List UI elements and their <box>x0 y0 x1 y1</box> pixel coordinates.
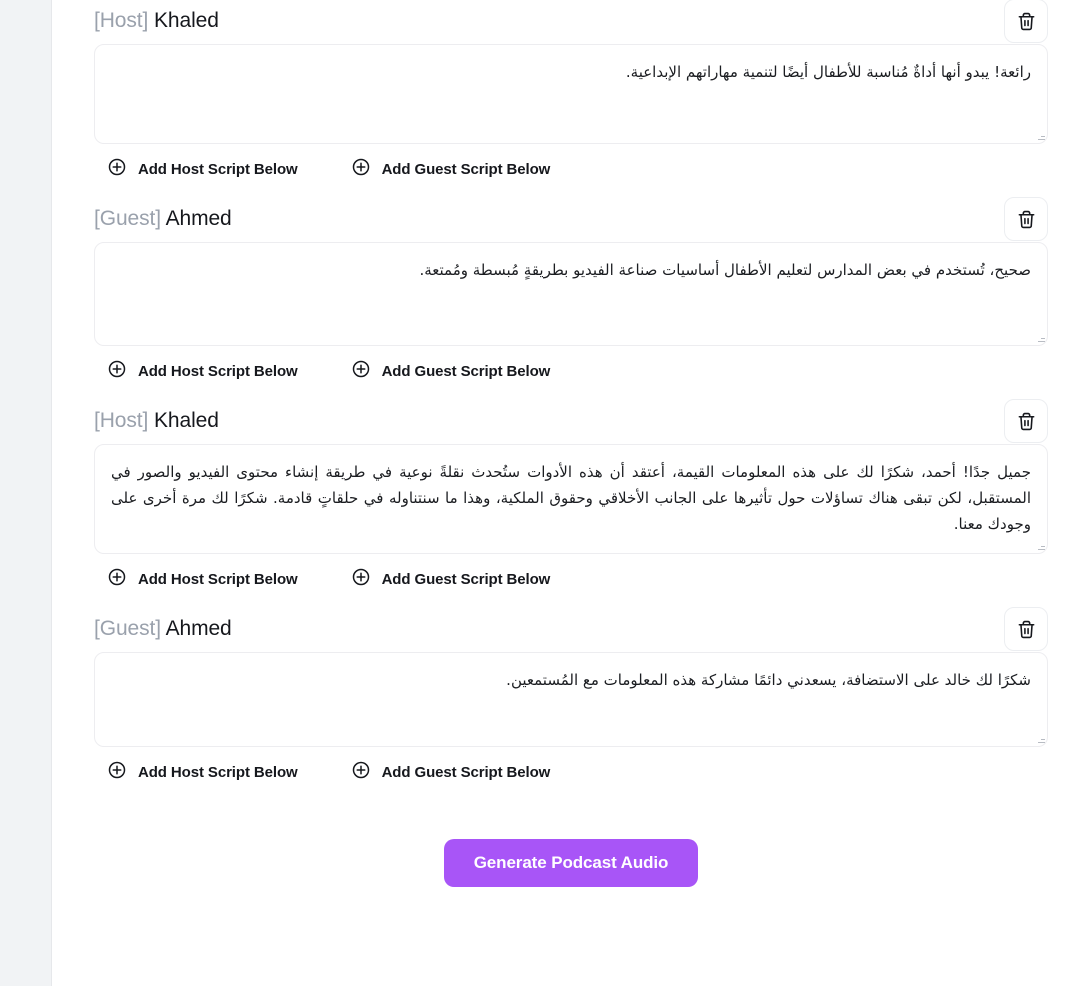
plus-circle-icon <box>352 568 370 590</box>
trash-icon <box>1017 620 1036 639</box>
plus-circle-icon <box>352 360 370 382</box>
script-textarea-wrapper <box>94 242 1048 346</box>
script-block-header: [Guest] Ahmed <box>94 194 1048 242</box>
app-root: [Host] Khaled رائعة! يبدو أنها أداةٌ مُن… <box>0 0 1080 986</box>
plus-circle-icon <box>108 158 126 180</box>
add-host-script-button[interactable]: Add Host Script Below <box>108 158 298 180</box>
add-host-script-button[interactable]: Add Host Script Below <box>108 568 298 590</box>
speaker-name: Ahmed <box>165 207 232 230</box>
add-guest-script-button[interactable]: Add Guest Script Below <box>352 360 551 382</box>
add-host-script-label: Add Host Script Below <box>138 160 298 178</box>
add-guest-script-label: Add Guest Script Below <box>381 570 551 588</box>
script-block: [Guest] Ahmed <box>94 194 1048 396</box>
trash-icon <box>1017 12 1036 31</box>
trash-icon <box>1017 210 1036 229</box>
add-script-row: Add Host Script Below Add Guest Script B… <box>94 747 1048 797</box>
delete-script-button[interactable] <box>1004 399 1048 443</box>
add-host-script-label: Add Host Script Below <box>138 570 298 588</box>
trash-icon <box>1017 412 1036 431</box>
plus-circle-icon <box>352 761 370 783</box>
footer-actions: Generate Podcast Audio <box>94 797 1048 887</box>
script-textarea[interactable] <box>94 242 1048 346</box>
main-scroll-area[interactable]: [Host] Khaled رائعة! يبدو أنها أداةٌ مُن… <box>52 0 1080 986</box>
speaker-name: Khaled <box>154 9 219 32</box>
add-host-script-label: Add Host Script Below <box>138 362 298 380</box>
script-textarea[interactable] <box>94 44 1048 144</box>
script-block: [Host] Khaled <box>94 396 1048 604</box>
plus-circle-icon <box>352 158 370 180</box>
speaker-name: Khaled <box>154 409 219 432</box>
add-guest-script-button[interactable]: Add Guest Script Below <box>352 568 551 590</box>
script-block: [Guest] Ahmed <box>94 604 1048 797</box>
add-guest-script-button[interactable]: Add Guest Script Below <box>352 158 551 180</box>
add-script-row: Add Host Script Below Add Guest Script B… <box>94 554 1048 604</box>
speaker-label: [Guest] Ahmed <box>94 205 232 233</box>
add-host-script-button[interactable]: Add Host Script Below <box>108 761 298 783</box>
script-block-header: [Host] Khaled <box>94 0 1048 44</box>
delete-script-button[interactable] <box>1004 0 1048 43</box>
script-block-header: [Host] Khaled <box>94 396 1048 444</box>
plus-circle-icon <box>108 761 126 783</box>
speaker-role: [Host] <box>94 409 149 432</box>
script-textarea-wrapper <box>94 652 1048 747</box>
speaker-label: [Host] Khaled <box>94 407 219 435</box>
generate-podcast-audio-button[interactable]: Generate Podcast Audio <box>443 839 699 887</box>
speaker-role: [Guest] <box>94 207 161 230</box>
add-script-row: Add Host Script Below Add Guest Script B… <box>94 144 1048 194</box>
add-script-row: Add Host Script Below Add Guest Script B… <box>94 346 1048 396</box>
speaker-label: [Host] Khaled <box>94 7 219 35</box>
delete-script-button[interactable] <box>1004 607 1048 651</box>
script-textarea-wrapper <box>94 444 1048 554</box>
script-textarea-wrapper <box>94 44 1048 144</box>
speaker-label: [Guest] Ahmed <box>94 615 232 643</box>
plus-circle-icon <box>108 568 126 590</box>
add-guest-script-label: Add Guest Script Below <box>381 763 551 781</box>
add-guest-script-label: Add Guest Script Below <box>381 362 551 380</box>
delete-script-button[interactable] <box>1004 197 1048 241</box>
script-editor-list: [Host] Khaled رائعة! يبدو أنها أداةٌ مُن… <box>52 0 1080 887</box>
add-guest-script-button[interactable]: Add Guest Script Below <box>352 761 551 783</box>
speaker-role: [Host] <box>94 9 149 32</box>
left-sidebar-rail <box>0 0 52 986</box>
add-host-script-button[interactable]: Add Host Script Below <box>108 360 298 382</box>
speaker-name: Ahmed <box>165 617 232 640</box>
script-block-header: [Guest] Ahmed <box>94 604 1048 652</box>
script-textarea[interactable] <box>94 652 1048 747</box>
add-guest-script-label: Add Guest Script Below <box>381 160 551 178</box>
script-block: [Host] Khaled <box>94 0 1048 194</box>
speaker-role: [Guest] <box>94 617 161 640</box>
plus-circle-icon <box>108 360 126 382</box>
add-host-script-label: Add Host Script Below <box>138 763 298 781</box>
script-textarea[interactable] <box>94 444 1048 554</box>
